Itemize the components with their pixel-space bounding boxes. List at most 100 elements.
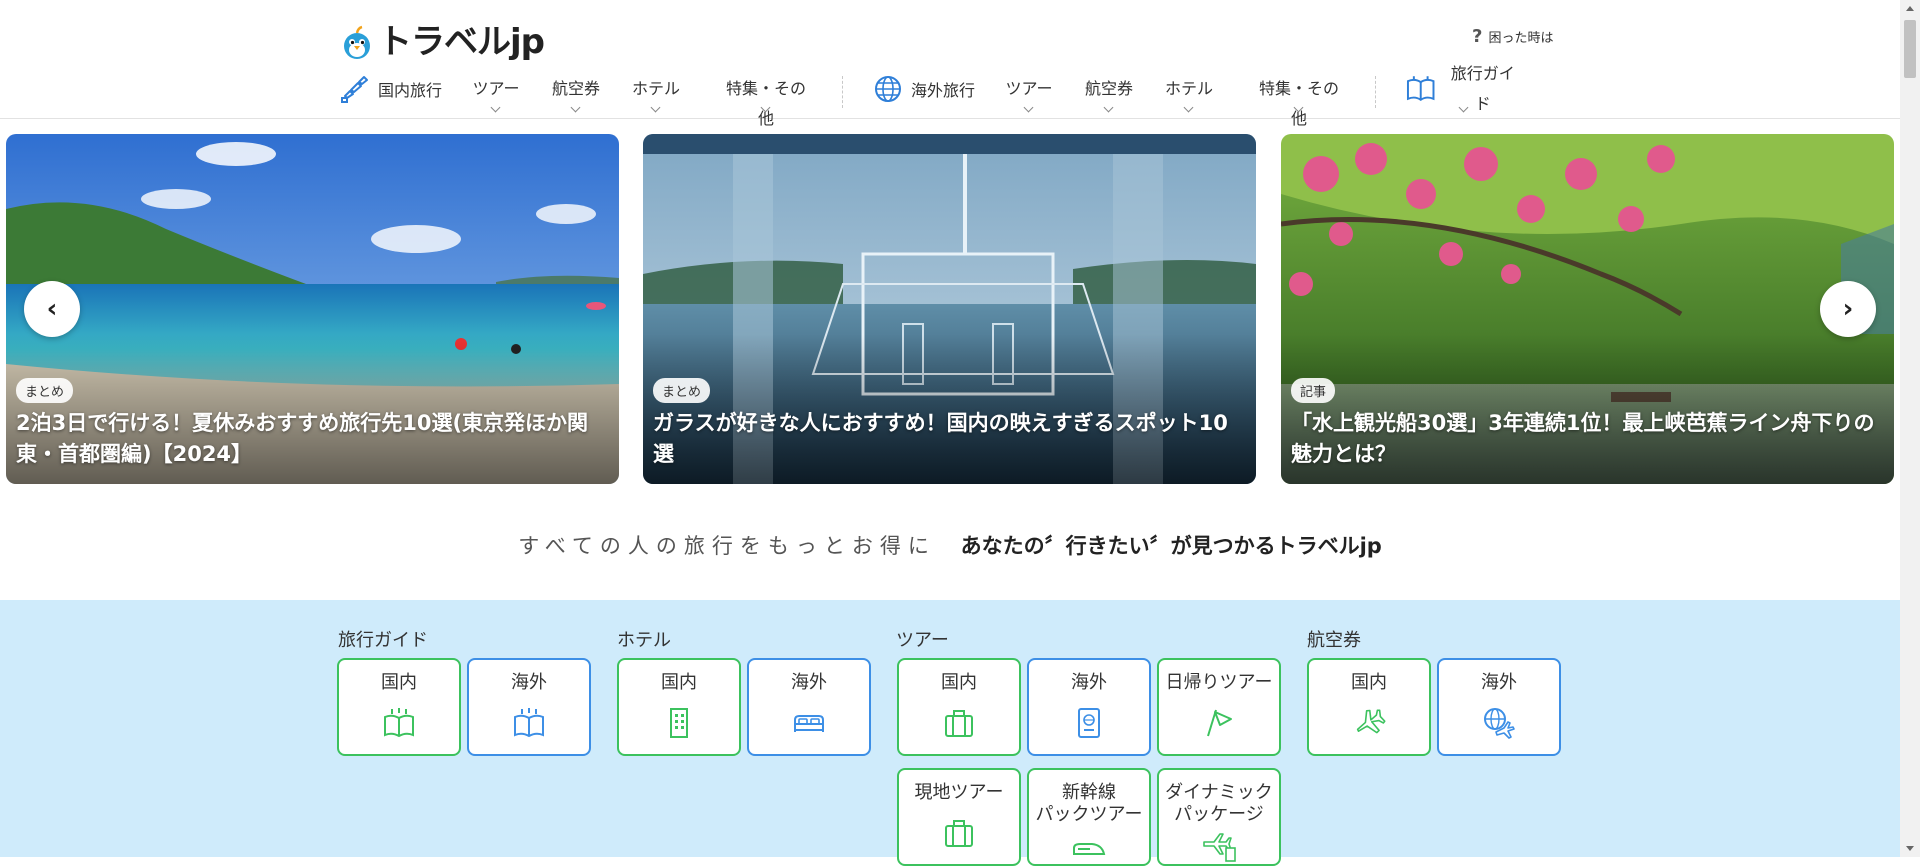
- guide-domestic-button[interactable]: 国内: [337, 658, 461, 756]
- tour-dynamic-package-button[interactable]: ダイナミック パッケージ: [1157, 768, 1281, 866]
- button-label: 現地ツアー: [914, 782, 1004, 803]
- cat-tour: ツアー: [896, 626, 949, 658]
- scroll-thumb[interactable]: [1904, 20, 1916, 78]
- chevron-down-icon: [1103, 102, 1114, 113]
- tour-shinkansen-button[interactable]: 新幹線 パックツアー: [1027, 768, 1151, 866]
- button-label: 海外: [511, 672, 547, 693]
- nav-guide[interactable]: 旅行ガイド: [1406, 64, 1522, 113]
- book-icon: [384, 708, 414, 738]
- logo-text: トラベルjp: [378, 22, 545, 62]
- nav-group-domestic: 国内旅行 ツアー 航空券 ホテル 特集・その他: [340, 74, 812, 128]
- plane-icon: [1356, 709, 1386, 734]
- nav-overseas-special[interactable]: 特集・その他: [1253, 74, 1345, 128]
- carousel-slide[interactable]: まとめ 2泊3日で行ける！夏休みおすすめ旅行先10選(東京発ほか関東・首都圏編)…: [6, 134, 619, 484]
- tour-local-button[interactable]: 現地ツアー: [897, 768, 1021, 866]
- suitcase-icon: [945, 710, 973, 737]
- tagline-sub: すべての人の旅行をもっとお得に: [518, 534, 936, 558]
- slide-tag: 記事: [1291, 378, 1336, 403]
- cat-title: ホテル: [617, 630, 671, 651]
- book-icon: [1407, 76, 1435, 101]
- button-label: 国内: [1351, 672, 1387, 693]
- carousel-slide[interactable]: まとめ ガラスが好きな人におすすめ！国内の映えすぎるスポット10選: [643, 134, 1256, 484]
- bird-logo-icon: [344, 25, 370, 59]
- cat-title: 航空券: [1307, 630, 1361, 651]
- passport-icon: [1078, 708, 1100, 738]
- nav-domestic[interactable]: 国内旅行: [340, 74, 442, 104]
- chevron-right-icon: ›: [1842, 294, 1854, 324]
- guide-overseas-button[interactable]: 海外: [467, 658, 591, 756]
- button-label-line: ダイナミック: [1165, 782, 1273, 803]
- nav-overseas[interactable]: 海外旅行: [873, 74, 975, 104]
- cat-guide: 旅行ガイド: [338, 626, 428, 658]
- button-label: 新幹線 パックツアー: [1029, 782, 1149, 826]
- site-logo[interactable]: トラベルjp: [340, 22, 545, 62]
- nav-domestic-special[interactable]: 特集・その他: [720, 74, 812, 128]
- featured-carousel: まとめ 2泊3日で行ける！夏休みおすすめ旅行先10選(東京発ほか関東・首都圏編)…: [0, 134, 1900, 484]
- cat-title: 旅行ガイド: [338, 630, 428, 651]
- nav-group-guide: 旅行ガイド: [1406, 64, 1522, 113]
- button-label-line: パッケージ: [1174, 804, 1264, 825]
- button-label: ダイナミック パッケージ: [1159, 782, 1279, 826]
- globe-icon: [875, 76, 902, 102]
- page-scrollbar[interactable]: [1900, 0, 1920, 857]
- chevron-down-icon: [1023, 102, 1034, 113]
- tour-daytrip-button[interactable]: 日帰りツアー: [1157, 658, 1281, 756]
- suitcase-icon: [945, 820, 973, 847]
- nav-overseas-tour[interactable]: ツアー: [1005, 74, 1053, 113]
- hotel-overseas-button[interactable]: 海外: [747, 658, 871, 756]
- button-label: 日帰りツアー: [1165, 672, 1273, 693]
- hotel-domestic-button[interactable]: 国内: [617, 658, 741, 756]
- question-icon: ?: [1472, 26, 1483, 47]
- main-nav: 国内旅行 ツアー 航空券 ホテル 特集・その他 海外旅行 ツアー 航空券 ホテル: [340, 64, 1522, 128]
- nav-domestic-hotel[interactable]: ホテル: [632, 74, 681, 113]
- nav-guide-label: 旅行ガイド: [1450, 64, 1515, 113]
- button-label: 国内: [941, 672, 977, 693]
- nav-label: ホテル: [632, 79, 681, 98]
- nav-label: ツアー: [472, 79, 520, 98]
- button-label: 国内: [381, 672, 417, 693]
- cat-title: ツアー: [896, 630, 949, 651]
- button-label: 海外: [1071, 672, 1107, 693]
- book-icon: [514, 708, 544, 738]
- button-label: 国内: [661, 672, 697, 693]
- nav-domestic-air[interactable]: 航空券: [552, 74, 601, 113]
- building-icon: [670, 708, 688, 738]
- nav-domestic-tour[interactable]: ツアー: [472, 74, 520, 113]
- scroll-down-icon[interactable]: [1906, 846, 1914, 851]
- nav-divider: [842, 76, 844, 108]
- carousel-slide[interactable]: 記事 「水上観光船30選」3年連続1位！最上峡芭蕉ライン舟下りの魅力とは？: [1281, 134, 1894, 484]
- globe-plane-icon: [1484, 708, 1515, 739]
- button-label: 海外: [791, 672, 827, 693]
- nav-group-overseas: 海外旅行 ツアー 航空券 ホテル 特集・その他: [873, 74, 1345, 128]
- slide-tag: まとめ: [653, 378, 711, 403]
- nav-divider: [1375, 76, 1377, 108]
- nav-overseas-label: 海外旅行: [911, 81, 976, 100]
- tagline-main: あなたの〞行きたい〞が見つかるトラベルjp: [960, 534, 1382, 558]
- tour-overseas-button[interactable]: 海外: [1027, 658, 1151, 756]
- tagline: すべての人の旅行をもっとお得に あなたの〞行きたい〞が見つかるトラベルjp: [0, 530, 1900, 560]
- nav-domestic-label: 国内旅行: [378, 81, 443, 100]
- nav-overseas-hotel[interactable]: ホテル: [1165, 74, 1213, 113]
- nav-label: 航空券: [552, 79, 601, 98]
- tour-domestic-button[interactable]: 国内: [897, 658, 1021, 756]
- help-label: 困った時は: [1488, 31, 1554, 46]
- chevron-down-icon: [650, 102, 661, 113]
- flag-icon: [1207, 709, 1232, 737]
- chevron-left-icon: ‹: [46, 294, 58, 324]
- cat-air: 航空券: [1307, 626, 1361, 658]
- nav-label: ツアー: [1005, 79, 1053, 98]
- scroll-up-icon[interactable]: [1906, 6, 1914, 11]
- chevron-down-icon: [490, 102, 501, 113]
- nav-label: 航空券: [1085, 79, 1134, 98]
- slide-tag: まとめ: [16, 378, 74, 403]
- air-domestic-button[interactable]: 国内: [1307, 658, 1431, 756]
- slide-title: 「水上観光船30選」3年連続1位！最上峡芭蕉ライン舟下りの魅力とは？: [1291, 411, 1875, 466]
- air-overseas-button[interactable]: 海外: [1437, 658, 1561, 756]
- help-link[interactable]: ? 困った時は: [1472, 26, 1553, 47]
- carousel-next-button[interactable]: ›: [1820, 281, 1876, 337]
- category-links: 旅行ガイド 国内 海外 ホテル 国内 海外 ツアー 国内 海外 日帰りツアー 現…: [0, 600, 1900, 866]
- bed-icon: [794, 715, 824, 732]
- nav-overseas-air[interactable]: 航空券: [1085, 74, 1134, 113]
- carousel-prev-button[interactable]: ‹: [24, 281, 80, 337]
- button-label-line: 新幹線: [1062, 782, 1116, 803]
